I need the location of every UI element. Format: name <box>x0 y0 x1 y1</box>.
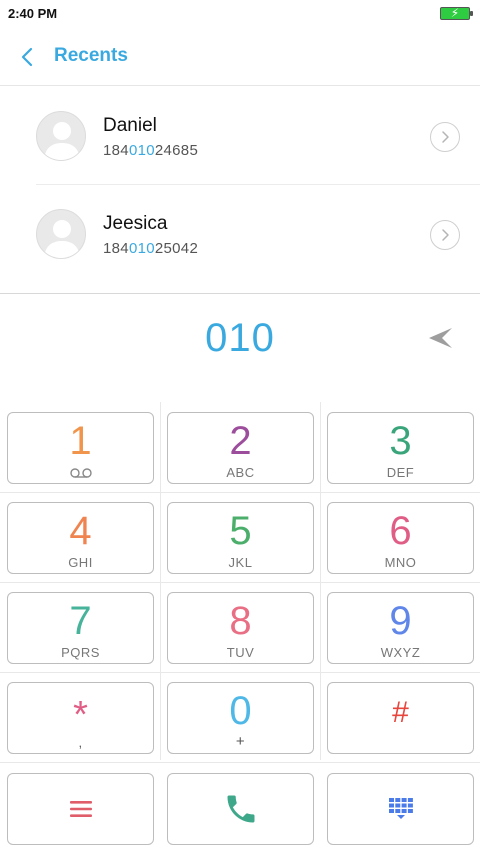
key-1[interactable]: 1 <box>7 412 154 484</box>
recent-contact-jeesica[interactable]: Jeesica 18401025042 <box>0 185 480 283</box>
key-7[interactable]: 7 PQRS <box>7 592 154 664</box>
key-6[interactable]: 6 MNO <box>327 502 474 574</box>
key-digit: # <box>392 696 409 729</box>
contact-name: Daniel <box>103 115 157 136</box>
key-8[interactable]: 8 TUV <box>167 592 314 664</box>
contact-detail-button[interactable] <box>430 122 460 152</box>
key-digit: 6 <box>389 509 412 553</box>
menu-button[interactable] <box>7 773 154 845</box>
dialpad-toggle-button[interactable] <box>327 773 474 845</box>
key-5[interactable]: 5 JKL <box>167 502 314 574</box>
key-letters: PQRS <box>61 645 100 660</box>
key-letters: ABC <box>226 465 255 480</box>
battery-charging-icon: ⚡ <box>440 6 473 20</box>
dialer-screen: 2:40 PM ⚡ Recents Daniel 18401024685 Jee… <box>0 0 480 853</box>
key-digit: 1 <box>69 419 92 463</box>
contact-name: Jeesica <box>103 213 168 234</box>
key-digit: 2 <box>229 419 252 463</box>
dialed-number: 010 <box>205 316 275 360</box>
key-letters: WXYZ <box>380 645 421 660</box>
key-digit: * <box>73 694 88 736</box>
key-digit: 9 <box>389 599 412 643</box>
key-letters: DEF <box>386 465 415 480</box>
key-9[interactable]: 9 WXYZ <box>327 592 474 664</box>
key-letters: + <box>235 733 246 750</box>
contact-detail-button[interactable] <box>430 220 460 250</box>
phone-icon <box>227 795 255 823</box>
avatar <box>36 111 86 161</box>
contact-number: 18401025042 <box>103 240 199 257</box>
chevron-left-icon[interactable] <box>16 44 40 70</box>
recent-contact-daniel[interactable]: Daniel 18401024685 <box>0 87 480 185</box>
key-3[interactable]: 3 DEF <box>327 412 474 484</box>
header: Recents <box>0 28 480 86</box>
backspace-arrow-icon[interactable] <box>426 324 454 352</box>
key-letters: , <box>78 735 83 750</box>
dial-display: 010 <box>0 293 480 385</box>
call-button[interactable] <box>167 773 314 845</box>
person-icon <box>44 220 80 258</box>
key-digit: 0 <box>229 689 252 733</box>
key-digit: 7 <box>69 599 92 643</box>
chevron-right-icon <box>442 131 449 143</box>
key-2[interactable]: 2 ABC <box>167 412 314 484</box>
key-star[interactable]: * , <box>7 682 154 754</box>
status-bar: 2:40 PM ⚡ <box>0 0 480 28</box>
keypad: 1 2 ABC 3 DEF 4 GHI 5 JKL 6 MNO 7 PQRS 8… <box>0 402 480 853</box>
status-time: 2:40 PM <box>8 6 58 21</box>
person-icon <box>44 122 80 160</box>
menu-icon <box>70 801 92 817</box>
key-letters: JKL <box>228 555 253 570</box>
key-letters: MNO <box>384 555 417 570</box>
chevron-right-icon <box>442 229 449 241</box>
dialpad-icon <box>389 798 413 819</box>
page-title: Recents <box>54 45 128 66</box>
key-letters: GHI <box>68 555 93 570</box>
key-digit: 4 <box>69 509 92 553</box>
key-hash[interactable]: # <box>327 682 474 754</box>
key-4[interactable]: 4 GHI <box>7 502 154 574</box>
key-0[interactable]: 0 + <box>167 682 314 754</box>
contact-number: 18401024685 <box>103 142 199 159</box>
key-digit: 5 <box>229 509 252 553</box>
key-letters: TUV <box>226 645 255 660</box>
avatar <box>36 209 86 259</box>
key-digit: 8 <box>229 599 252 643</box>
key-digit: 3 <box>389 419 412 463</box>
voicemail-icon <box>70 468 92 478</box>
